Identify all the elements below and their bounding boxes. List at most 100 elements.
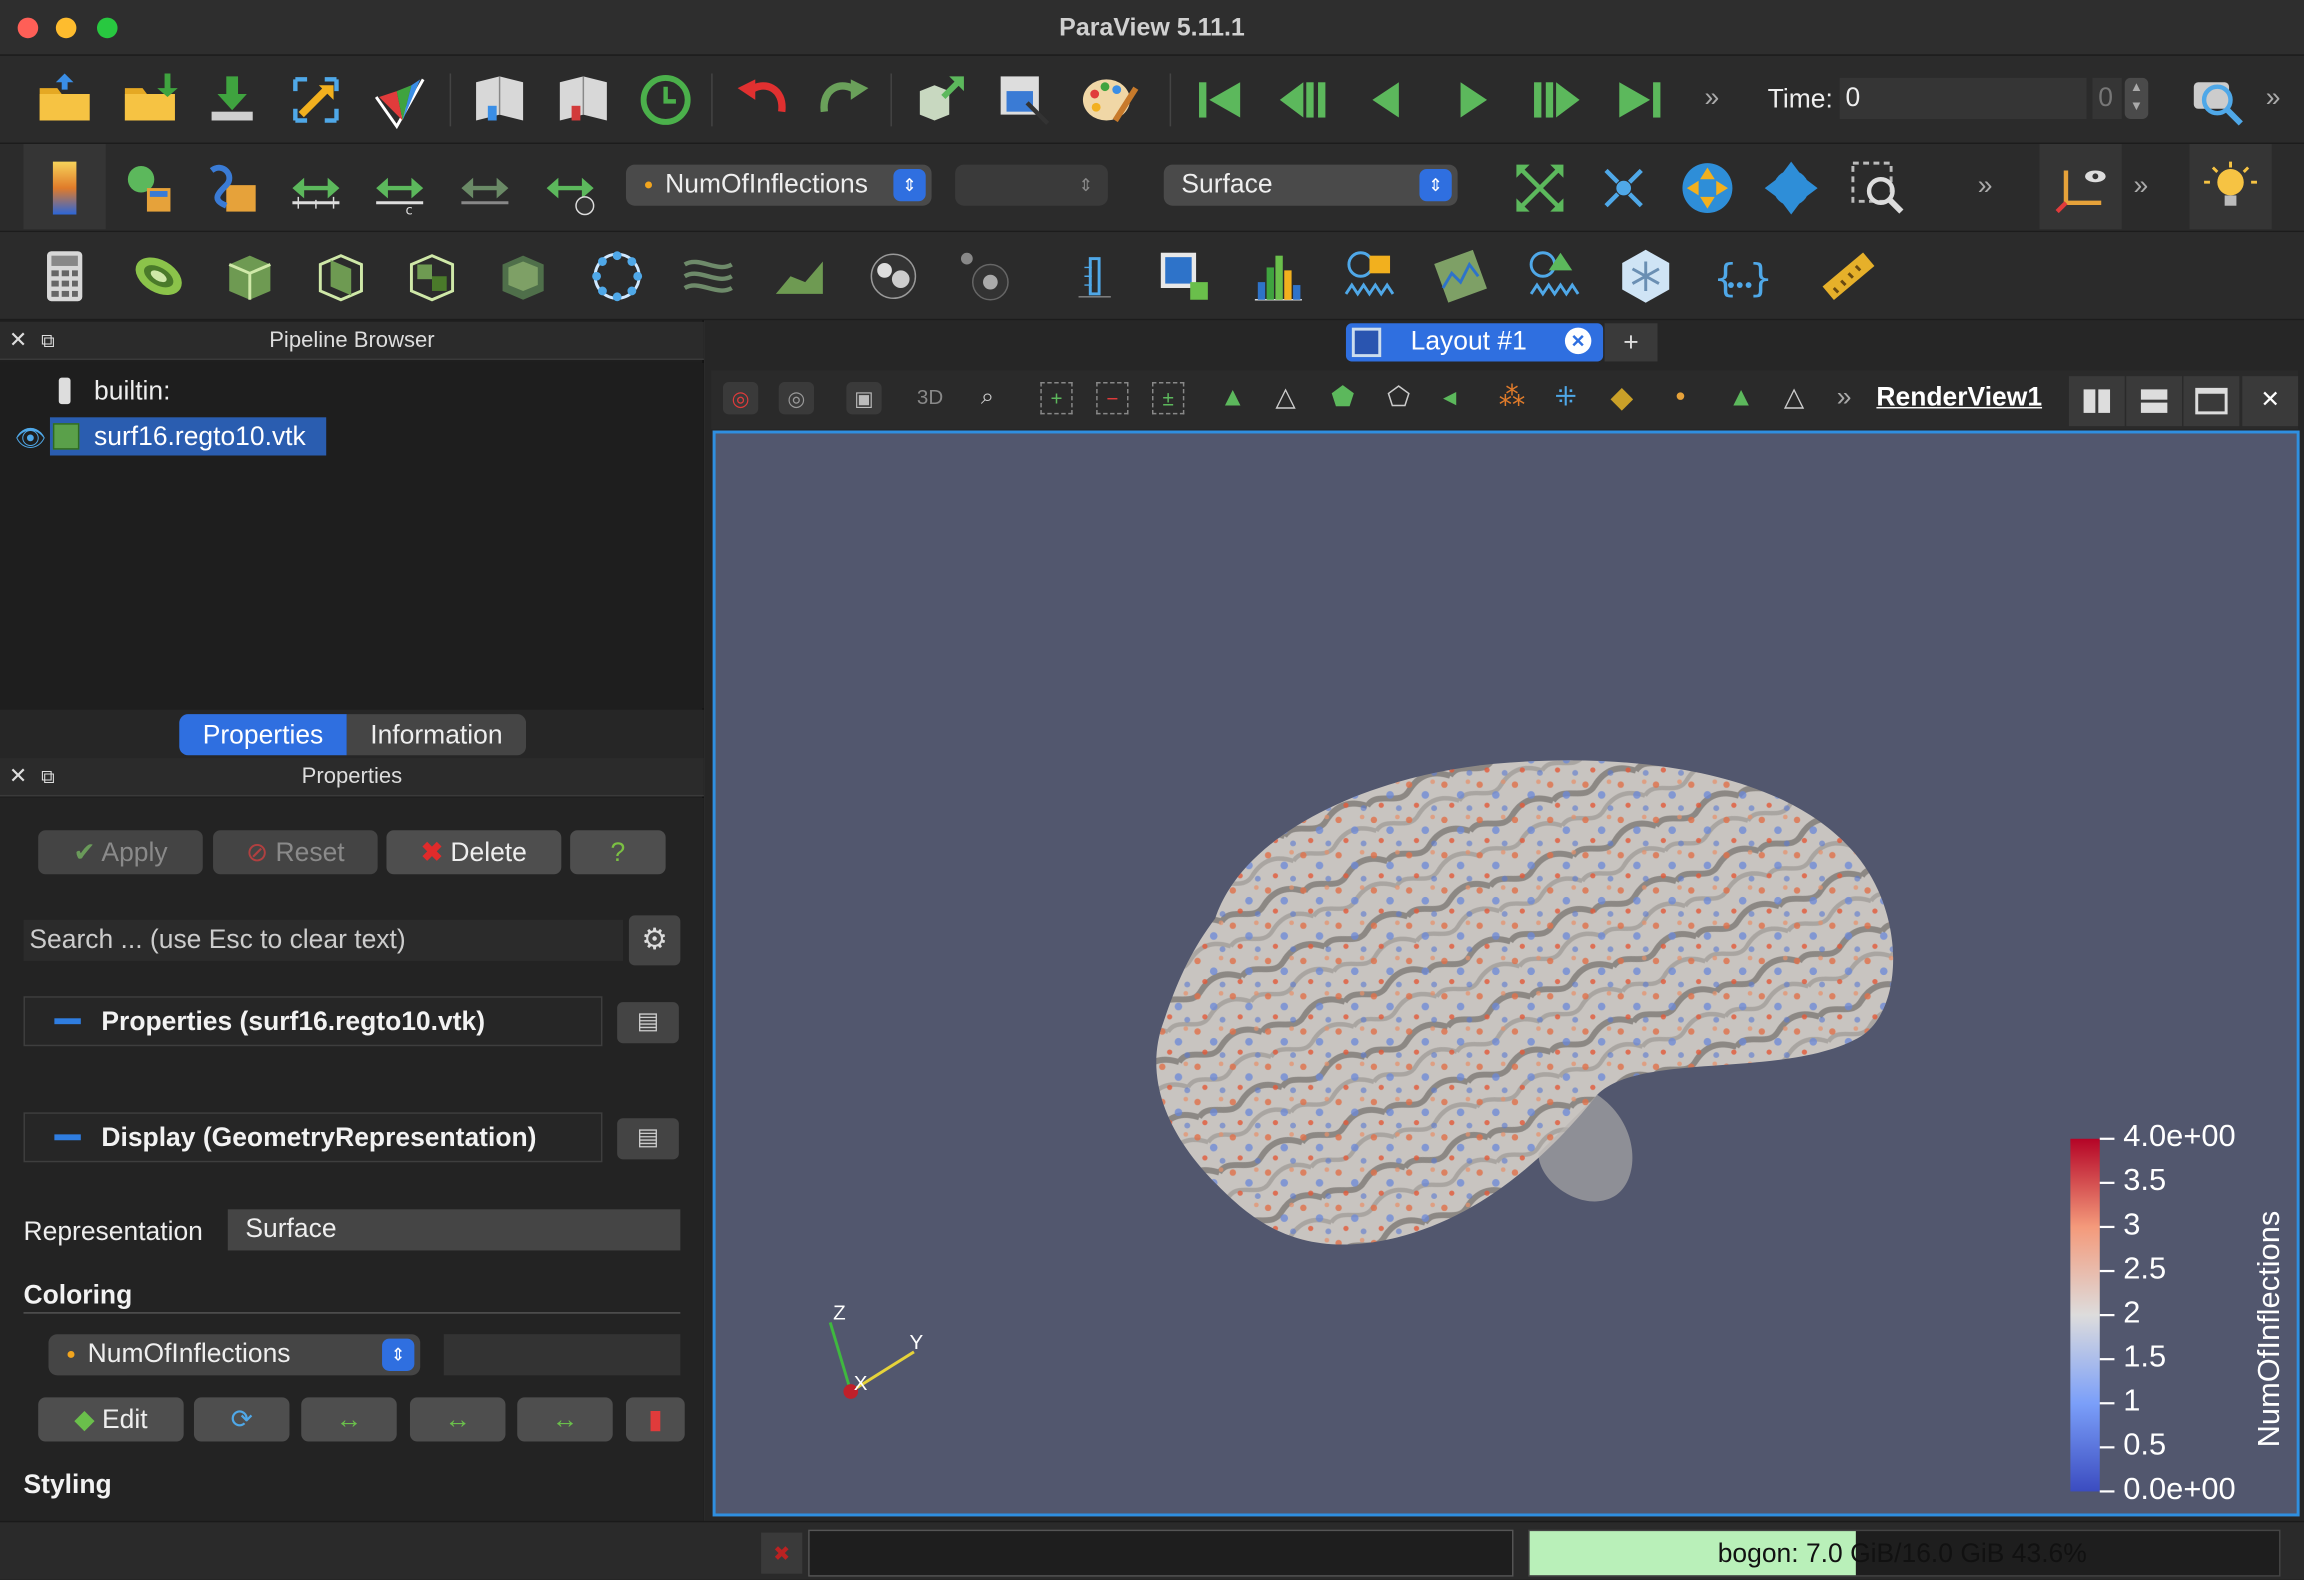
close-panel-icon[interactable]: ✕ bbox=[9, 322, 27, 360]
render-view[interactable]: Z Y X 4.0e+00 3.5 3 2.5 2 1.5 1 0.5 0.0e+00 NumO… bbox=[712, 430, 2300, 1517]
redo-icon[interactable] bbox=[813, 68, 878, 133]
layout-tab[interactable]: Layout #1 ✕ bbox=[1345, 323, 1604, 362]
plot-over-line-icon[interactable] bbox=[1152, 244, 1217, 309]
find-data-icon[interactable] bbox=[992, 68, 1057, 133]
memory-inspector[interactable]: bogon: 7.0 GiB/16.0 GiB 43.6% bbox=[1528, 1529, 2281, 1577]
select-triangle-icon[interactable]: ▲ bbox=[1220, 382, 1246, 413]
split-vertical-icon[interactable] bbox=[2126, 376, 2183, 427]
select-block-icon[interactable]: ▲ bbox=[1728, 382, 1754, 413]
rescale-visible-range-icon[interactable] bbox=[453, 156, 518, 221]
render-view-name[interactable]: RenderView1 bbox=[1876, 382, 2042, 413]
connect-icon[interactable] bbox=[284, 68, 349, 133]
color-palette-icon[interactable] bbox=[1077, 68, 1142, 133]
rescale-range-button[interactable]: ↔ bbox=[301, 1397, 397, 1442]
edit-colormap-button[interactable]: ◆ Edit bbox=[38, 1397, 184, 1442]
toolbar-overflow-icon[interactable]: » bbox=[1704, 82, 1719, 113]
python-calculator-icon[interactable]: {} bbox=[1707, 244, 1772, 309]
save-data-icon[interactable] bbox=[200, 68, 265, 133]
rescale-custom-button[interactable]: ↔ bbox=[409, 1397, 506, 1442]
stream-tracer-icon[interactable] bbox=[676, 244, 741, 309]
undo-icon[interactable] bbox=[729, 68, 794, 133]
histogram-icon[interactable] bbox=[1246, 244, 1311, 309]
apply-button[interactable]: ✔ Apply bbox=[38, 830, 203, 875]
load-state-icon[interactable] bbox=[467, 68, 532, 133]
previous-frame-icon[interactable] bbox=[1271, 68, 1336, 133]
time-index-field[interactable]: 0 bbox=[2092, 77, 2122, 120]
reset-button[interactable]: ⊘ Reset bbox=[213, 830, 378, 875]
rescale-temporal-range-icon[interactable] bbox=[538, 156, 603, 221]
zoom-closest-icon[interactable] bbox=[1675, 156, 1740, 221]
tab-information[interactable]: Information bbox=[346, 714, 527, 756]
hover-points-icon[interactable]: ⁂ bbox=[1499, 382, 1525, 413]
toolbar-overflow-icon-4[interactable]: » bbox=[2134, 170, 2149, 201]
python-trace-icon[interactable] bbox=[633, 68, 698, 133]
component-select[interactable]: ⇕ bbox=[955, 164, 1108, 206]
plot-data-icon[interactable] bbox=[1428, 244, 1493, 309]
maximize-view-icon[interactable] bbox=[2183, 376, 2240, 427]
interactive-select-icon[interactable]: ◂ bbox=[1443, 382, 1456, 413]
rescale-data-range-icon[interactable] bbox=[284, 156, 349, 221]
extract-level-icon[interactable] bbox=[952, 244, 1017, 309]
rescale-custom-range-icon[interactable]: c bbox=[367, 156, 432, 221]
section-display[interactable]: Display (GeometryRepresentation) bbox=[23, 1112, 603, 1163]
select-polygon-points-icon[interactable]: ⬠ bbox=[1387, 382, 1410, 413]
select-cells-through-icon[interactable]: ± bbox=[1152, 382, 1185, 415]
color-by-array-select[interactable]: ● NumOfInflections ⇕ bbox=[625, 164, 932, 206]
disconnect-icon[interactable] bbox=[367, 68, 432, 133]
close-view-icon[interactable]: ✕ bbox=[2242, 376, 2299, 427]
close-panel-icon-2[interactable]: ✕ bbox=[9, 758, 27, 796]
save-state-icon[interactable] bbox=[551, 68, 616, 133]
capture-screenshot-icon[interactable]: ▣ bbox=[846, 382, 882, 415]
toolbar-overflow-icon-5[interactable]: » bbox=[1837, 382, 1852, 413]
recent-files-icon[interactable] bbox=[118, 68, 183, 133]
reset-camera-icon[interactable] bbox=[1508, 156, 1573, 221]
grow-selection-icon[interactable]: ◆ bbox=[1610, 379, 1633, 416]
split-horizontal-icon[interactable] bbox=[2068, 376, 2125, 427]
group-datasets-icon[interactable] bbox=[861, 244, 926, 309]
close-tab-icon[interactable]: ✕ bbox=[1564, 327, 1592, 355]
help-button[interactable]: ? bbox=[570, 830, 666, 875]
edit-color-map-icon[interactable] bbox=[118, 156, 183, 221]
toggle-3d-button[interactable]: 3D bbox=[917, 385, 943, 409]
time-value-field[interactable]: 0 bbox=[1839, 77, 2087, 120]
time-index-stepper[interactable]: ▲ ▼ bbox=[2124, 77, 2149, 120]
coloring-array-select[interactable]: ● NumOfInflections ⇕ bbox=[48, 1334, 421, 1376]
play-icon[interactable] bbox=[1440, 68, 1505, 133]
output-messages-icon[interactable]: ✖ bbox=[761, 1532, 803, 1574]
rescale-temporal-button[interactable]: ↔ bbox=[517, 1397, 613, 1442]
reset-camera-direction-icon[interactable]: ◎ bbox=[722, 382, 759, 415]
copy-paste-icon-2[interactable]: ▤ bbox=[617, 1118, 679, 1160]
glyph-icon[interactable] bbox=[585, 244, 650, 309]
light-kit-icon[interactable] bbox=[2198, 156, 2263, 221]
select-points-on-icon[interactable]: − bbox=[1096, 382, 1129, 415]
center-axes-icon[interactable] bbox=[2048, 156, 2113, 221]
representation-dropdown[interactable]: Surface bbox=[227, 1209, 681, 1251]
extract-subset-icon[interactable] bbox=[491, 244, 556, 309]
zoom-to-data-icon[interactable] bbox=[1591, 156, 1656, 221]
toolbar-overflow-icon-2[interactable]: » bbox=[2266, 82, 2281, 113]
copy-paste-icon[interactable]: ▤ bbox=[617, 1002, 679, 1044]
mask-points-icon[interactable] bbox=[1613, 244, 1678, 309]
representation-select[interactable]: Surface ⇕ bbox=[1163, 164, 1458, 206]
float-panel-icon-2[interactable]: ⧉ bbox=[41, 758, 55, 796]
ruler-icon[interactable] bbox=[1816, 244, 1881, 309]
choose-preset-icon[interactable] bbox=[200, 156, 265, 221]
section-properties[interactable]: Properties (surf16.regto10.vtk) bbox=[23, 996, 603, 1047]
select-polygon-cells-icon[interactable]: ⬟ bbox=[1331, 382, 1354, 413]
temporal-statistics-icon[interactable] bbox=[1522, 244, 1587, 309]
add-layout-button[interactable]: + bbox=[1604, 323, 1658, 362]
next-frame-icon[interactable] bbox=[1524, 68, 1589, 133]
threshold-icon[interactable] bbox=[400, 244, 465, 309]
first-frame-icon[interactable] bbox=[1187, 68, 1252, 133]
scalar-bar-button[interactable]: ▮ bbox=[625, 1397, 685, 1442]
calculator-icon[interactable] bbox=[32, 244, 97, 309]
zoom-to-box-icon[interactable] bbox=[1846, 156, 1911, 221]
zoom-view-icon[interactable]: ⌕ bbox=[970, 382, 1005, 414]
choose-preset-button[interactable]: ⟳ bbox=[193, 1397, 290, 1442]
coloring-component-select[interactable] bbox=[443, 1334, 681, 1376]
open-file-icon[interactable] bbox=[32, 68, 97, 133]
warp-by-vector-icon[interactable] bbox=[767, 244, 832, 309]
slice-icon[interactable] bbox=[309, 244, 374, 309]
pipeline-root-label[interactable]: builtin: bbox=[94, 376, 170, 407]
clear-selection-icon[interactable]: △ bbox=[1784, 382, 1804, 413]
